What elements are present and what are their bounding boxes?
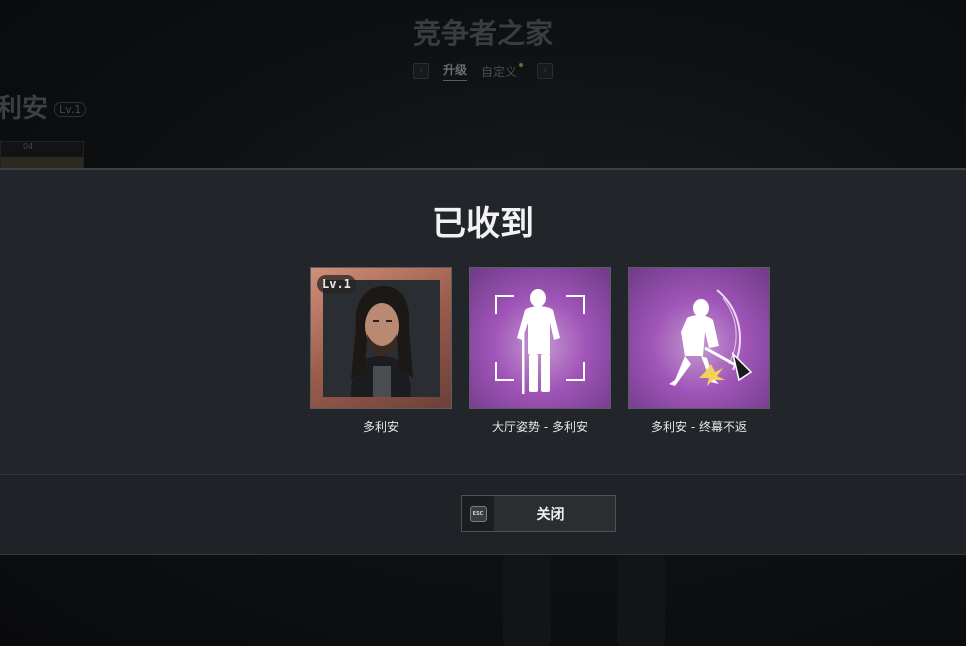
lobby-pose-icon bbox=[495, 289, 585, 394]
tab-customize[interactable]: 自定义 bbox=[481, 62, 524, 80]
background-character-head bbox=[541, 120, 605, 170]
close-button[interactable]: ESC 关闭 bbox=[461, 495, 616, 532]
background-character-leg bbox=[503, 553, 551, 646]
dialog-footer: ESC 关闭 bbox=[0, 475, 966, 554]
character-portrait-card[interactable]: Lv.1 bbox=[310, 267, 452, 409]
tab-upgrade[interactable]: 升级 bbox=[442, 61, 467, 81]
background-character-name: 利安 Lv.1 bbox=[0, 88, 87, 125]
background-bar-text: 04 bbox=[23, 142, 34, 151]
level-badge: Lv.1 bbox=[317, 275, 356, 293]
background-status-bar: 04 bbox=[0, 141, 84, 170]
lobby-pose-card[interactable] bbox=[469, 267, 611, 409]
reward-item-label: 多利安 - 终幕不返 bbox=[651, 420, 747, 434]
finisher-card[interactable] bbox=[628, 267, 770, 409]
dialog-title: 已收到 bbox=[432, 204, 534, 244]
notification-dot-icon bbox=[519, 62, 524, 67]
background-character-leg bbox=[617, 553, 665, 646]
reward-items: Lv.1 多利安 大厅姿势 - 多利安 多利安 - 终幕不返 bbox=[310, 267, 770, 435]
reward-item-finisher[interactable]: 多利安 - 终幕不返 bbox=[628, 267, 770, 435]
tab-prev-icon[interactable]: ‹ bbox=[412, 63, 429, 79]
reward-item-lobby-pose[interactable]: 大厅姿势 - 多利安 bbox=[469, 267, 611, 435]
background-level-badge: Lv.1 bbox=[54, 102, 87, 117]
esc-key-icon: ESC bbox=[469, 505, 487, 522]
reward-item-character[interactable]: Lv.1 多利安 bbox=[310, 267, 452, 435]
reward-item-label: 大厅姿势 - 多利安 bbox=[492, 420, 588, 434]
close-button-label: 关闭 bbox=[536, 506, 565, 523]
reward-received-dialog: 已收到 Lv.1 多利安 大厅姿势 - 多利安 多利安 - 终幕不返 ESC 关… bbox=[0, 168, 966, 555]
tab-next-icon[interactable]: › bbox=[537, 63, 554, 79]
esc-key-hint: ESC bbox=[462, 496, 494, 531]
background-tab-bar: ‹ 升级 自定义 › bbox=[0, 61, 966, 81]
finisher-icon bbox=[669, 289, 753, 386]
reward-item-label: 多利安 bbox=[362, 420, 399, 434]
background-title: 竞争者之家 bbox=[412, 17, 553, 50]
